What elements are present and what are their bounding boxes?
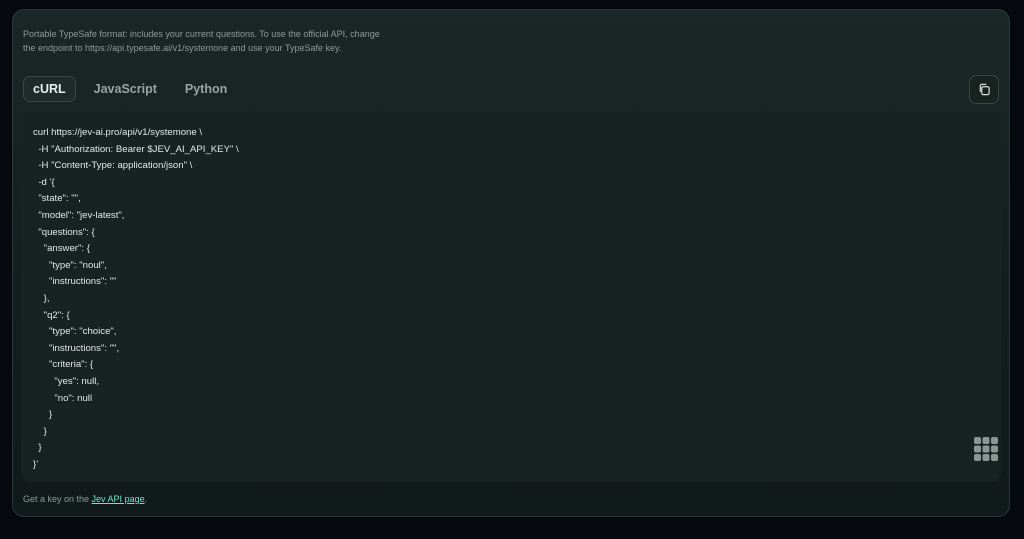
code-line: } [33,442,42,454]
code-line: -d '{ [33,176,55,188]
code-line: "no": null [33,392,93,404]
code-line: "type": "choice", [33,326,117,338]
copy-button[interactable] [969,75,999,104]
code-line: "model": "jev-latest", [33,209,125,221]
code-line: "answer": { [33,243,90,255]
copy-icon [979,83,990,96]
code-line: -H "Content-Type: application/json" \ [33,160,193,172]
footer-prefix: Get a key on the [23,494,92,504]
code-line: -H "Authorization: Bearer $JEV_AI_API_KE… [33,143,239,155]
intro-description: Portable TypeSafe format: includes your … [23,29,380,53]
code-line: curl https://jev-ai.pro/api/v1/systemone… [33,127,203,138]
code-block: curl https://jev-ai.pro/api/v1/systemone… [21,112,1001,482]
footer-note: Get a key on the Jev API page. [23,494,147,504]
api-export-card: Portable TypeSafe format: includes your … [12,9,1010,517]
code-line: }, [33,292,50,304]
code-line: "yes": null, [33,375,99,387]
code-line: }' [33,458,39,470]
code-snippet: curl https://jev-ai.pro/api/v1/systemone… [33,125,239,473]
language-tabs: cURL JavaScript Python [23,76,245,102]
code-line: } [33,425,47,437]
code-line: "state": "", [33,193,81,205]
code-line: "instructions": "", [33,342,120,354]
code-line: "instructions": "" [33,276,117,288]
tab-javascript[interactable]: JavaScript [84,76,167,102]
footer-suffix: . [144,494,148,504]
code-line: "type": "noul", [33,259,107,271]
tab-python[interactable]: Python [175,76,237,102]
tab-curl[interactable]: cURL [23,76,76,102]
code-line: } [33,409,53,421]
code-line: "questions": { [33,226,95,238]
grid-icon[interactable] [973,436,999,462]
code-line: "q2": { [33,309,70,321]
code-line: "criteria": { [33,359,94,371]
jev-api-page-link[interactable]: Jev API page [92,494,145,504]
